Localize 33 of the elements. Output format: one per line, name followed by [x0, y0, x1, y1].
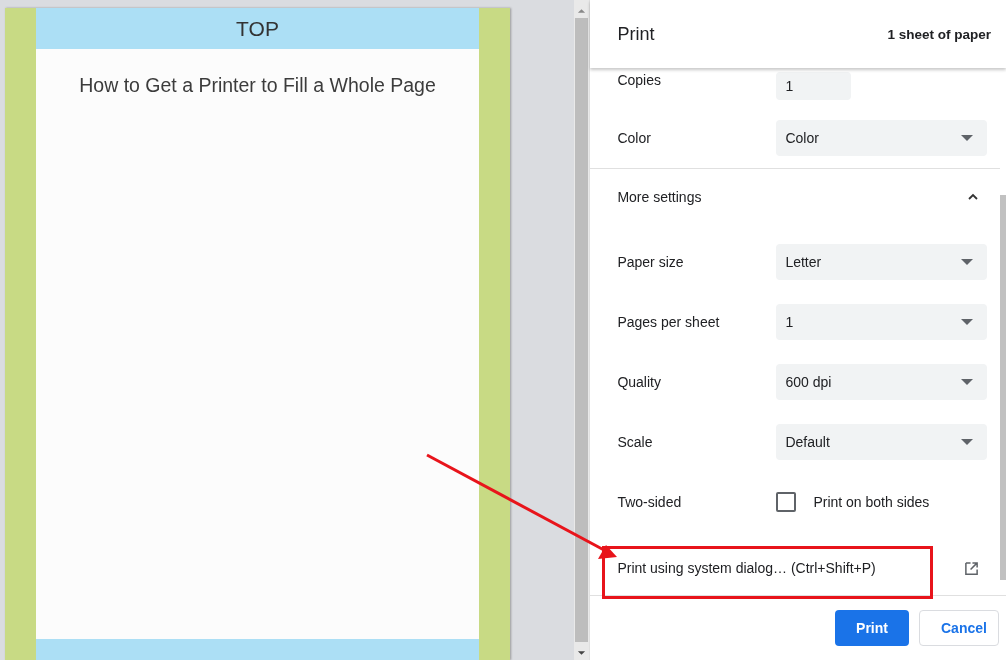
more-settings-toggle[interactable]: More settings [590, 168, 1000, 225]
caret-icon [961, 259, 974, 265]
dropdown[interactable]: Color [776, 120, 988, 156]
sheet-count: 1 sheet of paper [887, 26, 991, 42]
setting-label: Paper size [617, 254, 685, 270]
setting-label: Two-sided [617, 494, 683, 510]
checkbox[interactable] [776, 492, 797, 512]
caret-icon [961, 319, 974, 325]
header-band: TOP [36, 8, 479, 49]
caret-icon [961, 135, 974, 141]
setting-label: Quality [617, 374, 662, 390]
setting-label: Pages per sheet [617, 314, 721, 330]
dropdown[interactable]: 1 [776, 304, 988, 340]
open-external-icon[interactable] [964, 560, 979, 576]
caret-icon [961, 379, 974, 385]
copies-field[interactable]: 1 [776, 72, 852, 100]
dialog-title: Print [617, 23, 655, 45]
cancel-button[interactable]: Cancel [919, 610, 999, 646]
scroll-down-icon[interactable] [577, 650, 587, 656]
setting-label: Scale [617, 434, 654, 450]
dropdown[interactable]: Letter [776, 244, 988, 280]
dropdown[interactable]: 600 dpi [776, 364, 988, 400]
scrollbar[interactable] [1000, 195, 1006, 580]
dropdown[interactable]: Default [776, 424, 988, 460]
checkbox-label: Print on both sides [813, 494, 930, 510]
setting-label: Copies [617, 72, 662, 88]
system-dialog-link[interactable]: Print using system dialog… (Ctrl+Shift+P) [617, 560, 876, 576]
setting-label: Color [617, 130, 652, 146]
scrollbar[interactable] [574, 0, 590, 660]
scroll-up-icon[interactable] [577, 8, 587, 14]
page-title: How to Get a Printer to Fill a Whole Page [78, 74, 437, 97]
caret-icon [961, 439, 974, 445]
print-button[interactable]: Print [835, 610, 909, 646]
